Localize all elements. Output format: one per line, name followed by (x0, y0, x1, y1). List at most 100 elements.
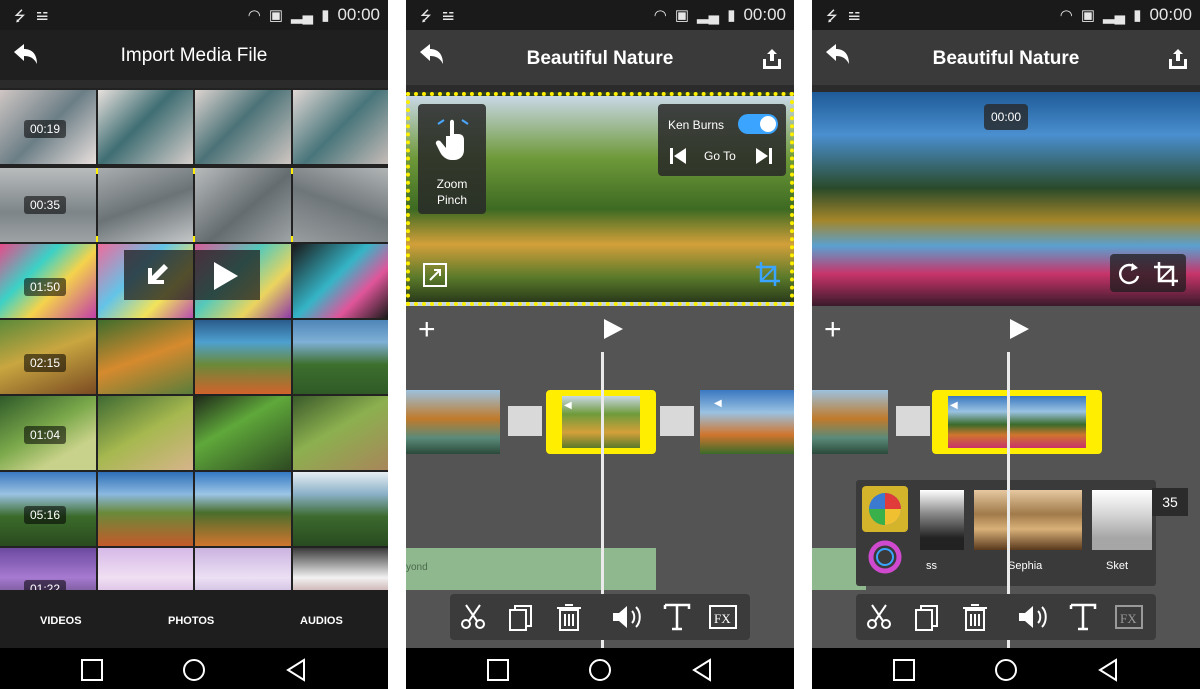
media-type-tabs: VIDEOS PHOTOS AUDIOS (0, 590, 388, 648)
media-thumb[interactable] (195, 320, 291, 394)
color-ring-icon[interactable] (868, 540, 902, 574)
media-row[interactable]: 05:16 (0, 472, 388, 546)
play-icon[interactable] (1008, 318, 1030, 340)
crop-icon[interactable] (1152, 260, 1180, 288)
filter-thumb-sepia[interactable] (974, 490, 1082, 550)
media-actions-overlay (124, 250, 260, 300)
media-row[interactable]: 00:19 (0, 90, 388, 164)
skip-back-icon[interactable] (668, 146, 688, 166)
media-thumb[interactable] (195, 472, 291, 546)
back-triangle-icon[interactable] (690, 658, 714, 682)
transition-slot[interactable] (896, 406, 930, 436)
signal-icon: ▂▄ (291, 7, 314, 24)
tab-photos[interactable]: PHOTOS (168, 615, 214, 627)
no-sim-icon: ▣ (674, 7, 690, 24)
media-thumb[interactable] (97, 472, 193, 546)
media-thumb[interactable] (195, 548, 291, 590)
media-thumb[interactable] (292, 548, 388, 590)
media-row[interactable]: 01:22 (0, 548, 388, 590)
skip-forward-icon[interactable] (754, 146, 774, 166)
play-icon[interactable] (210, 260, 240, 292)
transition-slot[interactable] (660, 406, 694, 436)
fx-icon[interactable]: FX (708, 602, 738, 632)
trash-icon[interactable] (960, 602, 990, 632)
media-thumb[interactable] (292, 244, 388, 318)
media-thumb[interactable] (97, 320, 193, 394)
duration-badge: 02:15 (24, 354, 67, 372)
media-thumb[interactable] (292, 396, 388, 470)
filter-thumb[interactable] (920, 490, 964, 550)
media-thumb[interactable] (292, 168, 388, 242)
rotate-icon[interactable] (1116, 260, 1142, 286)
duration-badge: 01:50 (24, 278, 67, 296)
tab-videos[interactable]: VIDEOS (40, 615, 82, 627)
media-thumb[interactable] (195, 168, 291, 242)
home-circle-icon[interactable] (182, 658, 206, 682)
home-circle-icon[interactable] (994, 658, 1018, 682)
recents-square-icon[interactable] (892, 658, 916, 682)
media-row-selected[interactable]: 00:35 (0, 168, 388, 242)
media-thumb[interactable] (195, 396, 291, 470)
recents-square-icon[interactable] (486, 658, 510, 682)
audio-track-label: yond (406, 562, 428, 573)
export-share-icon[interactable] (1166, 47, 1190, 71)
scissors-icon[interactable] (864, 602, 894, 632)
audio-track[interactable]: yond (406, 548, 656, 590)
duration-badge: 05:16 (24, 506, 67, 524)
ken-burns-toggle[interactable] (738, 114, 778, 134)
home-circle-icon[interactable] (588, 658, 612, 682)
copy-icon[interactable] (912, 602, 942, 632)
play-icon[interactable] (602, 318, 624, 340)
add-media-plus-icon[interactable]: + (824, 315, 842, 345)
signal-icon: ▂▄ (1103, 7, 1126, 24)
recents-square-icon[interactable] (80, 658, 104, 682)
status-icons-right: ◠ ▣ ▂▄ ▮ 00:00 (248, 5, 380, 25)
trash-icon[interactable] (554, 602, 584, 632)
goto-label: Go To (704, 149, 736, 163)
back-triangle-icon[interactable] (284, 658, 308, 682)
timeline-clip-selected[interactable]: ◀ (932, 390, 1102, 454)
time-badge: 00:00 (984, 104, 1028, 130)
media-thumb[interactable] (97, 90, 193, 164)
back-triangle-icon[interactable] (1096, 658, 1120, 682)
timeline-clip[interactable] (812, 390, 888, 454)
battery-icon: ▮ (1133, 7, 1142, 24)
filter-thumb[interactable] (1092, 490, 1152, 550)
text-icon[interactable] (1068, 602, 1098, 632)
text-icon[interactable] (662, 602, 692, 632)
media-thumb[interactable] (292, 90, 388, 164)
fx-icon[interactable]: FX (1114, 602, 1144, 632)
phone-screen-editor-filters: ⭍☱ ◠ ▣ ▂▄ ▮ 00:00 Beautiful Nature 00:00… (812, 0, 1200, 689)
add-media-plus-icon[interactable]: + (418, 315, 436, 345)
export-share-icon[interactable] (760, 47, 784, 71)
svg-text:FX: FX (714, 611, 731, 626)
media-row[interactable]: 02:15 (0, 320, 388, 394)
media-thumb[interactable] (292, 472, 388, 546)
scissors-icon[interactable] (458, 602, 488, 632)
top-bar: Beautiful Nature (406, 30, 794, 85)
timeline-clip[interactable] (406, 390, 500, 454)
media-thumb[interactable] (97, 548, 193, 590)
volume-icon[interactable] (610, 602, 646, 632)
timeline-clip[interactable]: ◀ (700, 390, 794, 454)
video-preview[interactable]: Zoom Pinch Ken Burns Go To (406, 92, 794, 306)
zoom-pinch-panel[interactable]: Zoom Pinch (418, 104, 486, 214)
filter-label: ss (926, 560, 937, 572)
media-row[interactable]: 01:04 (0, 396, 388, 470)
video-preview[interactable]: 00:00 (812, 92, 1200, 306)
media-thumb[interactable] (97, 396, 193, 470)
android-nav-bar (812, 648, 1200, 689)
media-thumb[interactable] (97, 168, 193, 242)
copy-icon[interactable] (506, 602, 536, 632)
import-arrow-icon[interactable] (140, 260, 172, 292)
color-filter-tab[interactable] (862, 486, 908, 532)
media-thumb[interactable] (292, 320, 388, 394)
resize-expand-icon[interactable] (422, 262, 448, 288)
wifi-icon: ◠ (653, 7, 667, 24)
tab-audios[interactable]: AUDIOS (300, 615, 343, 627)
media-row[interactable]: 01:50 (0, 244, 388, 318)
volume-icon[interactable] (1016, 602, 1052, 632)
crop-icon[interactable] (754, 260, 782, 288)
media-thumb[interactable] (195, 90, 291, 164)
transition-slot[interactable] (508, 406, 542, 436)
